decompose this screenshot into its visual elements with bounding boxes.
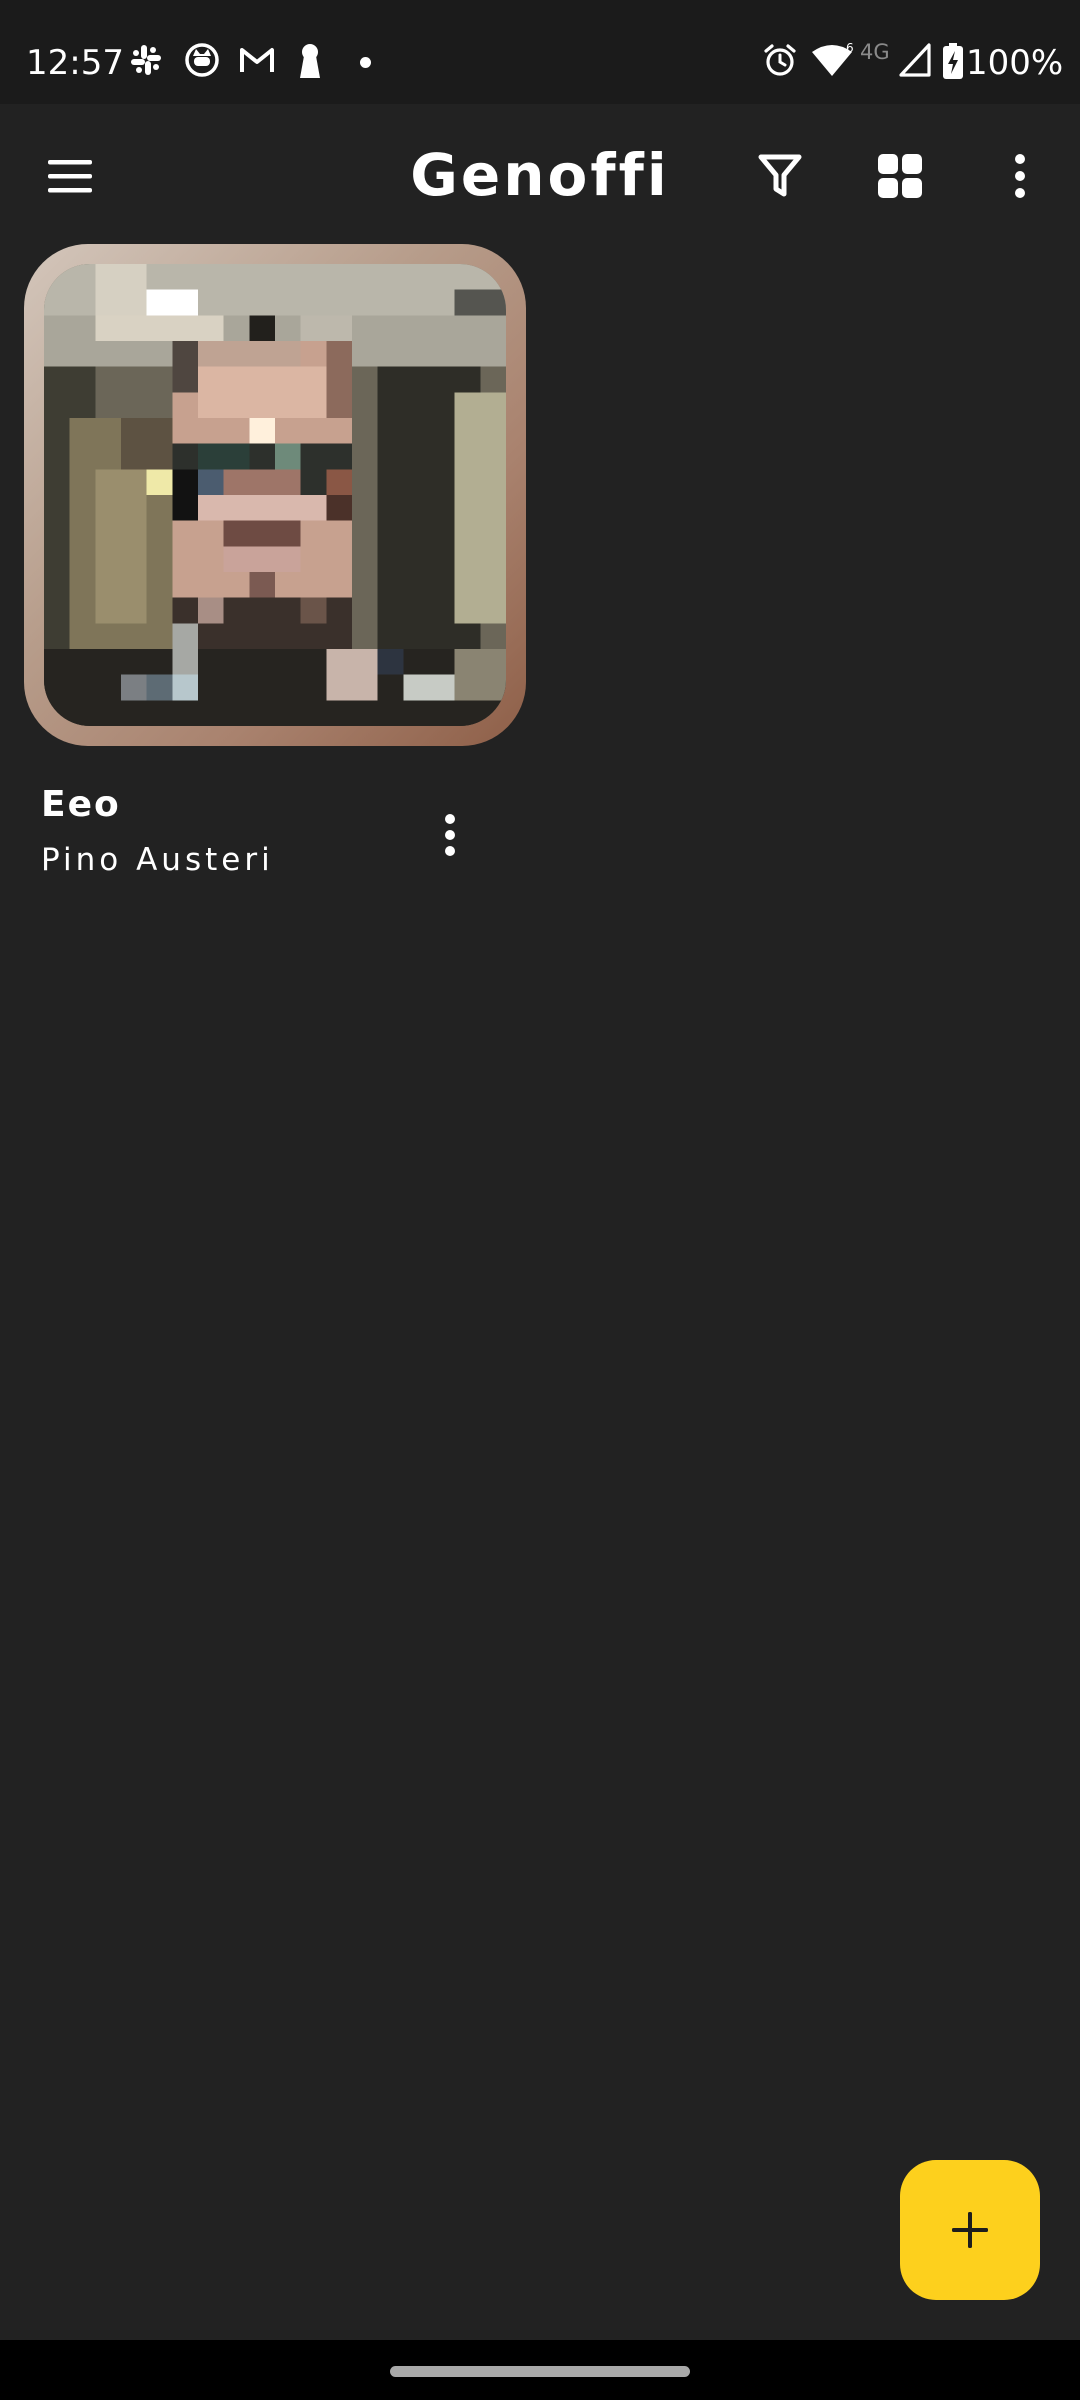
item-title: Eeo (41, 784, 121, 825)
app-screen: 12:57 6 4G 100% Genoffi Eeo Pino Austeri (0, 0, 1080, 2400)
keyhole-icon (300, 44, 320, 78)
navigation-bar (0, 2340, 1080, 2400)
menu-button[interactable] (22, 128, 118, 224)
filter-icon (758, 154, 802, 197)
alarm-icon (764, 44, 796, 76)
slack-icon (131, 45, 161, 75)
plus-icon (952, 2212, 988, 2248)
more-vertical-icon (1015, 154, 1025, 198)
network-type: 4G (860, 40, 890, 64)
battery-percent: 100% (966, 43, 1064, 83)
grid-view-icon (878, 154, 922, 198)
cat-app-icon (185, 43, 219, 77)
app-title: Genoffi (410, 141, 670, 209)
more-options-button[interactable] (972, 128, 1068, 224)
dot-icon (360, 57, 371, 68)
signal-icon (899, 43, 931, 77)
menu-icon (48, 160, 92, 193)
svg-text:6: 6 (846, 42, 854, 55)
top-app-bar: Genoffi (0, 104, 1080, 248)
avatar[interactable] (24, 244, 526, 746)
status-time: 12:57 (26, 43, 124, 83)
item-more-button[interactable] (400, 790, 500, 880)
pixelated-photo (44, 264, 506, 726)
wifi-icon: 6 (812, 42, 854, 76)
battery-charging-icon (943, 43, 963, 79)
item-subtitle: Pino Austeri (41, 842, 274, 878)
home-gesture-handle[interactable] (390, 2366, 690, 2377)
grid-view-button[interactable] (852, 128, 948, 224)
more-vertical-icon (445, 814, 455, 856)
add-button[interactable] (900, 2160, 1040, 2300)
status-bar: 12:57 6 4G 100% (0, 0, 1080, 104)
gmail-icon (240, 48, 274, 72)
filter-button[interactable] (732, 128, 828, 224)
avatar-image (44, 264, 506, 726)
